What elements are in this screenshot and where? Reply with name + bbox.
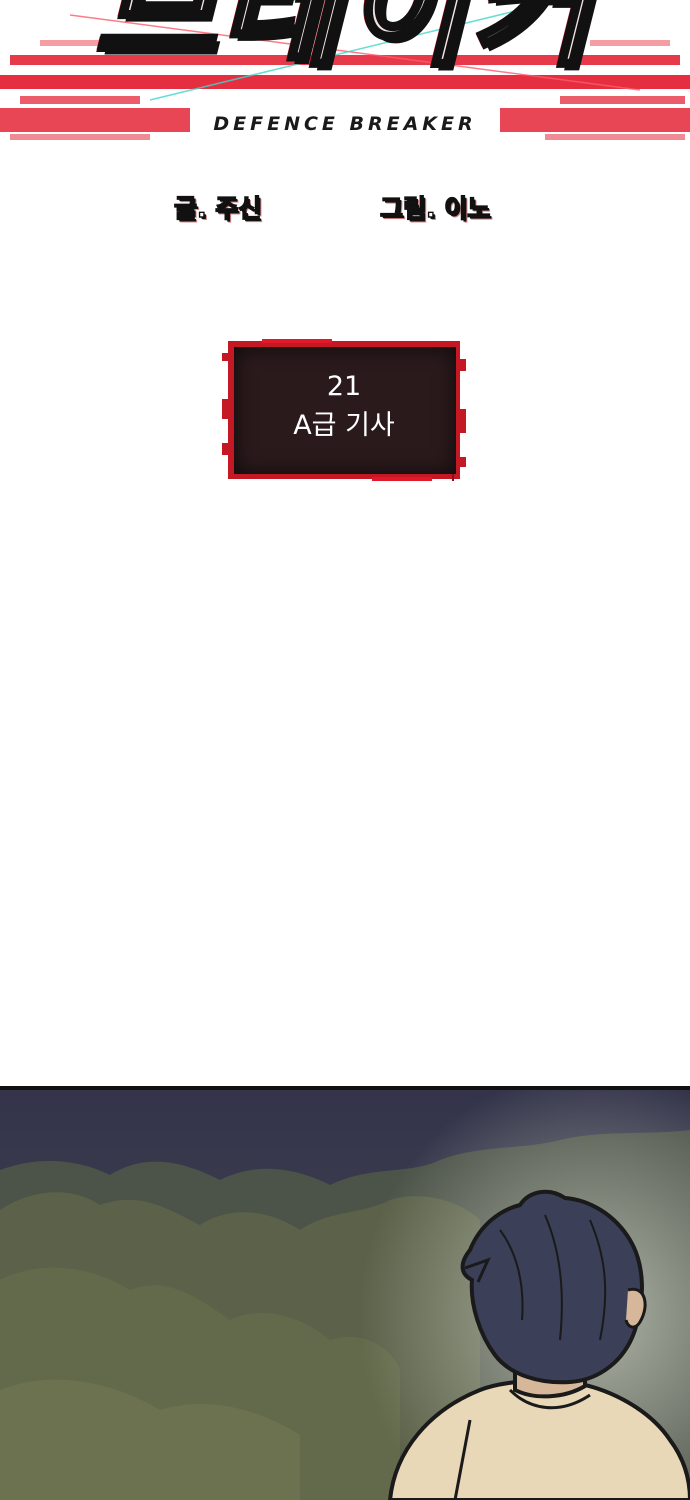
artist-credit: 그림. 이노 — [379, 194, 491, 223]
chapter-title: A급 기사 — [293, 410, 395, 441]
chapter-number: 21 — [326, 371, 362, 402]
comic-panel — [0, 1086, 690, 1500]
series-title-english: DEFENCE BREAKER — [213, 113, 477, 135]
webtoon-page: 브레이커 DEFENCE BREAKER 글. 주신 그림. 이노 21 A급 … — [0, 0, 690, 1500]
series-title-logo: 브레이커 DEFENCE BREAKER — [0, 0, 690, 150]
forest-night-scene — [0, 1090, 690, 1500]
chapter-title-box: 21 A급 기사 — [222, 339, 466, 481]
series-title-korean: 브레이커 — [92, 0, 596, 85]
writer-credit: 글. 주신 — [173, 194, 262, 223]
